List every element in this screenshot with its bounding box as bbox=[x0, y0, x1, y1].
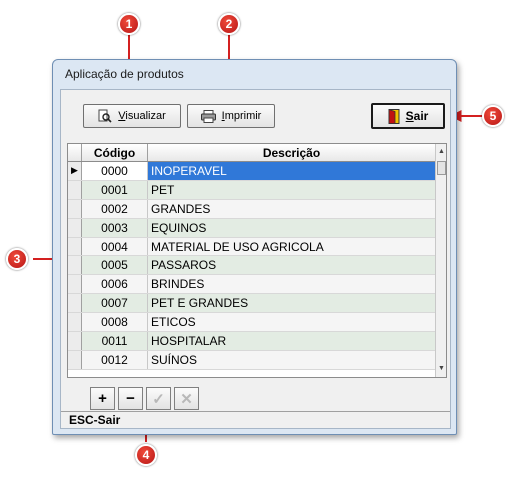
table-row[interactable]: ▶ 0000 INOPERAVEL bbox=[68, 162, 436, 181]
table-row[interactable]: 0006 BRINDES bbox=[68, 275, 436, 295]
current-row-indicator: ▶ bbox=[68, 162, 82, 180]
row-indicator bbox=[68, 313, 82, 332]
cell-codigo[interactable]: 0008 bbox=[82, 313, 148, 332]
visualizar-label: Visualizar bbox=[118, 110, 166, 122]
imprimir-label: Imprimir bbox=[221, 110, 262, 122]
cell-codigo[interactable]: 0006 bbox=[82, 275, 148, 294]
table-row[interactable]: 0001 PET bbox=[68, 180, 436, 200]
printer-icon bbox=[200, 109, 216, 123]
header-descricao[interactable]: Descrição bbox=[148, 144, 436, 161]
cell-descricao[interactable]: INOPERAVEL bbox=[148, 162, 436, 180]
callout-badge-5: 5 bbox=[482, 105, 504, 127]
imprimir-button[interactable]: Imprimir bbox=[187, 104, 275, 128]
sair-button[interactable]: Sair bbox=[371, 103, 445, 129]
row-indicator bbox=[68, 350, 82, 369]
table-row[interactable]: 0005 PASSAROS bbox=[68, 256, 436, 276]
header-codigo[interactable]: Código bbox=[82, 144, 148, 161]
callout-badge-4: 4 bbox=[135, 444, 157, 466]
cancel-record-button[interactable]: ✕ bbox=[174, 387, 199, 410]
cell-codigo[interactable]: 0001 bbox=[82, 180, 148, 199]
cell-codigo[interactable]: 0007 bbox=[82, 294, 148, 313]
cell-descricao[interactable]: ETICOS bbox=[148, 313, 436, 331]
vertical-scrollbar[interactable]: ▲ ▼ bbox=[435, 144, 446, 377]
row-indicator bbox=[68, 332, 82, 350]
cell-codigo[interactable]: 0002 bbox=[82, 199, 148, 218]
row-indicator bbox=[68, 294, 82, 313]
table-row[interactable]: 0007 PET E GRANDES bbox=[68, 294, 436, 314]
cell-descricao[interactable]: BRINDES bbox=[148, 275, 436, 293]
table-row[interactable]: 0012 SUÍNOS bbox=[68, 350, 436, 370]
callout-badge-3: 3 bbox=[6, 248, 28, 270]
add-record-button[interactable]: + bbox=[90, 387, 115, 410]
grid-header: Código Descrição bbox=[68, 144, 436, 162]
db-navigator: + − ✓ ✕ bbox=[90, 387, 199, 410]
row-indicator bbox=[68, 275, 82, 294]
cell-descricao[interactable]: GRANDES bbox=[148, 200, 436, 218]
row-indicator bbox=[68, 256, 82, 275]
window-title: Aplicação de produtos bbox=[65, 67, 184, 81]
row-indicator bbox=[68, 218, 82, 237]
table-row[interactable]: 0003 EQUINOS bbox=[68, 218, 436, 238]
exit-door-icon bbox=[388, 108, 400, 124]
cell-descricao[interactable]: PET E GRANDES bbox=[148, 294, 436, 312]
header-indicator bbox=[68, 144, 82, 161]
cell-codigo[interactable]: 0000 bbox=[82, 162, 148, 180]
table-row[interactable]: 0004 MATERIAL DE USO AGRICOLA bbox=[68, 237, 436, 257]
grid-rows: ▶ 0000 INOPERAVEL 0001 PET 0002 GRANDES 0003… bbox=[68, 162, 436, 370]
cell-codigo[interactable]: 0003 bbox=[82, 218, 148, 237]
scroll-thumb[interactable] bbox=[437, 161, 446, 175]
cell-codigo[interactable]: 0005 bbox=[82, 256, 148, 275]
row-indicator bbox=[68, 237, 82, 256]
callout-badge-1: 1 bbox=[118, 13, 140, 35]
post-record-button[interactable]: ✓ bbox=[146, 387, 171, 410]
status-bar: ESC-Sair bbox=[61, 411, 450, 428]
sair-label: Sair bbox=[405, 109, 429, 123]
cell-codigo[interactable]: 0012 bbox=[82, 350, 148, 369]
cell-descricao[interactable]: SUÍNOS bbox=[148, 351, 436, 369]
table-row[interactable]: 0011 HOSPITALAR bbox=[68, 332, 436, 351]
cell-descricao[interactable]: PASSAROS bbox=[148, 256, 436, 274]
scroll-down-arrow-icon[interactable]: ▼ bbox=[436, 363, 446, 375]
window-client: Visualizar Imprimir Sair Código Descriçã… bbox=[60, 89, 451, 429]
cell-descricao[interactable]: EQUINOS bbox=[148, 219, 436, 237]
magnifier-page-icon bbox=[98, 109, 112, 123]
cell-descricao[interactable]: HOSPITALAR bbox=[148, 332, 436, 350]
table-row[interactable]: 0002 GRANDES bbox=[68, 199, 436, 219]
callout-badge-2: 2 bbox=[218, 13, 240, 35]
delete-record-button[interactable]: − bbox=[118, 387, 143, 410]
cell-descricao[interactable]: MATERIAL DE USO AGRICOLA bbox=[148, 238, 436, 256]
scroll-up-arrow-icon[interactable]: ▲ bbox=[436, 146, 446, 158]
row-indicator bbox=[68, 180, 82, 199]
table-row[interactable]: 0008 ETICOS bbox=[68, 313, 436, 333]
row-indicator bbox=[68, 199, 82, 218]
cell-codigo[interactable]: 0004 bbox=[82, 237, 148, 256]
visualizar-button[interactable]: Visualizar bbox=[83, 104, 181, 128]
products-grid[interactable]: Código Descrição ▶ 0000 INOPERAVEL 0001 PET… bbox=[67, 143, 447, 378]
cell-codigo[interactable]: 0011 bbox=[82, 332, 148, 350]
cell-descricao[interactable]: PET bbox=[148, 181, 436, 199]
window: Aplicação de produtos Visualizar Imprimi… bbox=[52, 59, 457, 435]
